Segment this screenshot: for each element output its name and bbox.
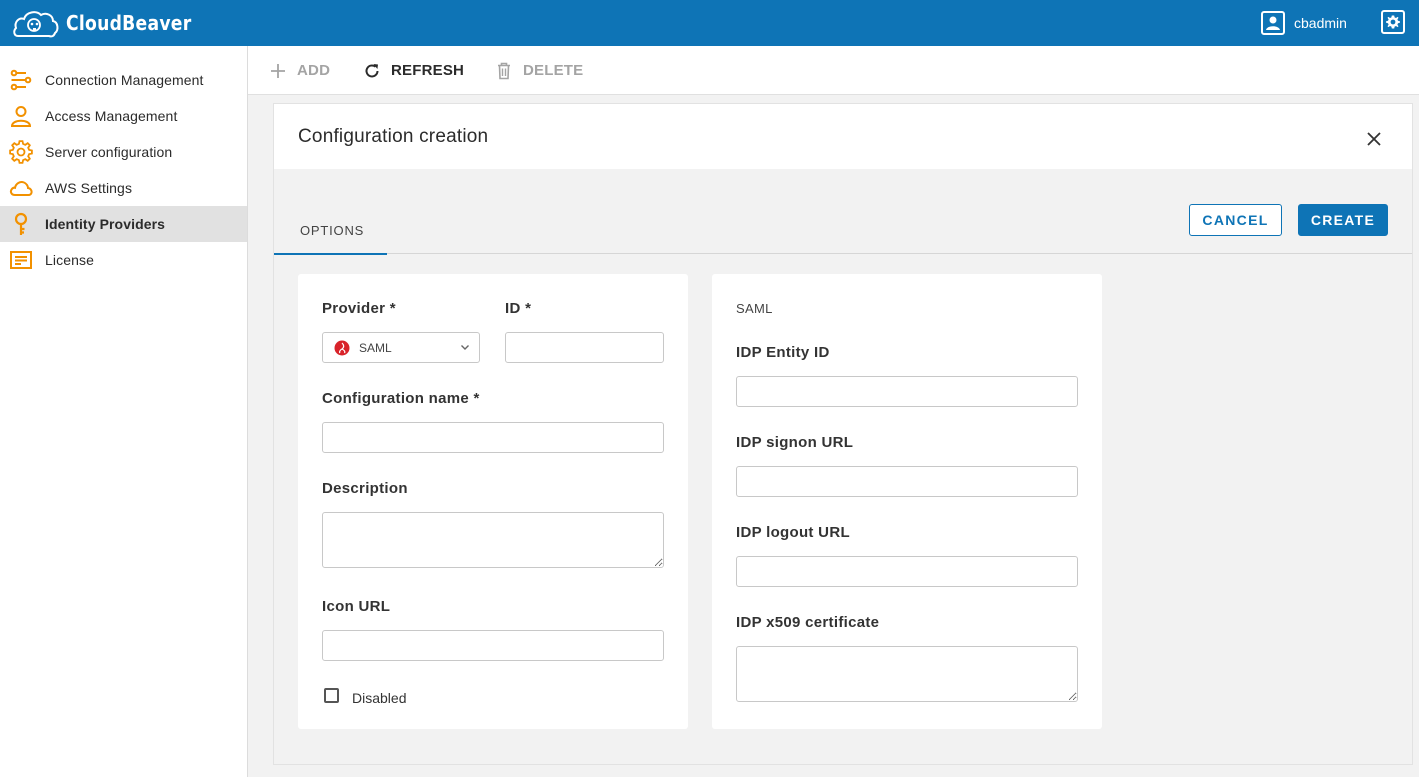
disabled-checkbox[interactable] <box>324 688 339 703</box>
add-button[interactable]: ADD <box>268 58 330 83</box>
top-bar: CloudBeaver cbadmin <box>0 0 1419 46</box>
idp-certificate-textarea[interactable] <box>736 646 1078 702</box>
close-icon[interactable] <box>1366 131 1382 147</box>
connection-icon <box>9 68 33 92</box>
logo-text: CloudBeaver <box>66 11 192 35</box>
refresh-label: REFRESH <box>391 62 465 79</box>
tab-options[interactable]: OPTIONS <box>274 169 387 255</box>
sidebar-item-label: Server configuration <box>45 144 173 160</box>
refresh-icon <box>362 61 382 81</box>
general-options-card: Provider * ID * SAML Configuration name … <box>298 274 688 729</box>
refresh-button[interactable]: REFRESH <box>362 58 464 83</box>
sidebar-item-label: Identity Providers <box>45 216 166 232</box>
tab-active-indicator <box>274 253 387 255</box>
sidebar-item-label: Connection Management <box>45 72 204 88</box>
dialog-header: Configuration creation <box>274 104 1412 169</box>
sidebar-item-label: License <box>45 252 94 268</box>
id-label: ID * <box>505 300 532 317</box>
user-avatar-icon <box>1261 11 1285 35</box>
configuration-name-input[interactable] <box>322 422 664 453</box>
user-menu[interactable]: cbadmin <box>1261 10 1347 36</box>
provider-select[interactable]: SAML <box>322 332 480 363</box>
idp-certificate-label: IDP x509 certificate <box>736 614 880 631</box>
toolbar: ADD REFRESH DELETE <box>248 46 1419 95</box>
add-label: ADD <box>297 62 331 79</box>
delete-label: DELETE <box>523 62 584 79</box>
sidebar: Connection Management Access Management … <box>0 46 248 777</box>
license-icon <box>9 248 33 272</box>
cloud-icon <box>9 176 33 200</box>
icon-url-input[interactable] <box>322 630 664 661</box>
sidebar-item-identity-providers[interactable]: Identity Providers <box>0 206 247 242</box>
chevron-down-icon <box>461 345 469 350</box>
user-name: cbadmin <box>1294 15 1347 31</box>
sidebar-item-server-configuration[interactable]: Server configuration <box>0 134 247 170</box>
sidebar-item-license[interactable]: License <box>0 242 247 278</box>
sidebar-item-aws-settings[interactable]: AWS Settings <box>0 170 247 206</box>
content-area: Configuration creation OPTIONS CANCEL CR… <box>248 95 1419 777</box>
app-logo[interactable]: CloudBeaver <box>12 5 212 41</box>
key-icon <box>9 212 33 236</box>
gear-icon <box>1386 15 1400 29</box>
sidebar-item-label: Access Management <box>45 108 178 124</box>
delete-button[interactable]: DELETE <box>494 58 583 83</box>
dialog-title: Configuration creation <box>298 126 489 147</box>
idp-logout-url-label: IDP logout URL <box>736 524 850 541</box>
sidebar-item-access-management[interactable]: Access Management <box>0 98 247 134</box>
gear-icon <box>9 140 33 164</box>
cancel-button[interactable]: CANCEL <box>1189 204 1282 236</box>
saml-section-title: SAML <box>736 301 773 316</box>
provider-select-value: SAML <box>359 341 392 355</box>
beaver-logo-icon <box>13 11 59 38</box>
create-button[interactable]: CREATE <box>1298 204 1388 236</box>
dialog-tabs: OPTIONS CANCEL CREATE <box>274 169 1412 255</box>
configuration-name-label: Configuration name * <box>322 390 480 407</box>
description-textarea[interactable] <box>322 512 664 568</box>
trash-icon <box>494 61 514 81</box>
settings-button[interactable] <box>1381 10 1405 34</box>
id-input[interactable] <box>505 332 664 363</box>
idp-entity-id-input[interactable] <box>736 376 1078 407</box>
configuration-dialog: Configuration creation OPTIONS CANCEL CR… <box>273 103 1413 765</box>
tab-options-label: OPTIONS <box>300 223 365 238</box>
description-label: Description <box>322 480 408 497</box>
disabled-checkbox-label[interactable]: Disabled <box>352 690 406 706</box>
user-icon <box>9 104 33 128</box>
icon-url-label: Icon URL <box>322 598 391 615</box>
saml-options-card: SAML IDP Entity ID IDP signon URL IDP lo… <box>712 274 1102 729</box>
provider-label: Provider * <box>322 300 396 317</box>
idp-signon-url-input[interactable] <box>736 466 1078 497</box>
idp-entity-id-label: IDP Entity ID <box>736 344 830 361</box>
sidebar-item-connection-management[interactable]: Connection Management <box>0 62 247 98</box>
sidebar-item-label: AWS Settings <box>45 180 133 196</box>
idp-signon-url-label: IDP signon URL <box>736 434 854 451</box>
plus-icon <box>268 61 288 81</box>
saml-provider-icon <box>334 340 350 356</box>
idp-logout-url-input[interactable] <box>736 556 1078 587</box>
